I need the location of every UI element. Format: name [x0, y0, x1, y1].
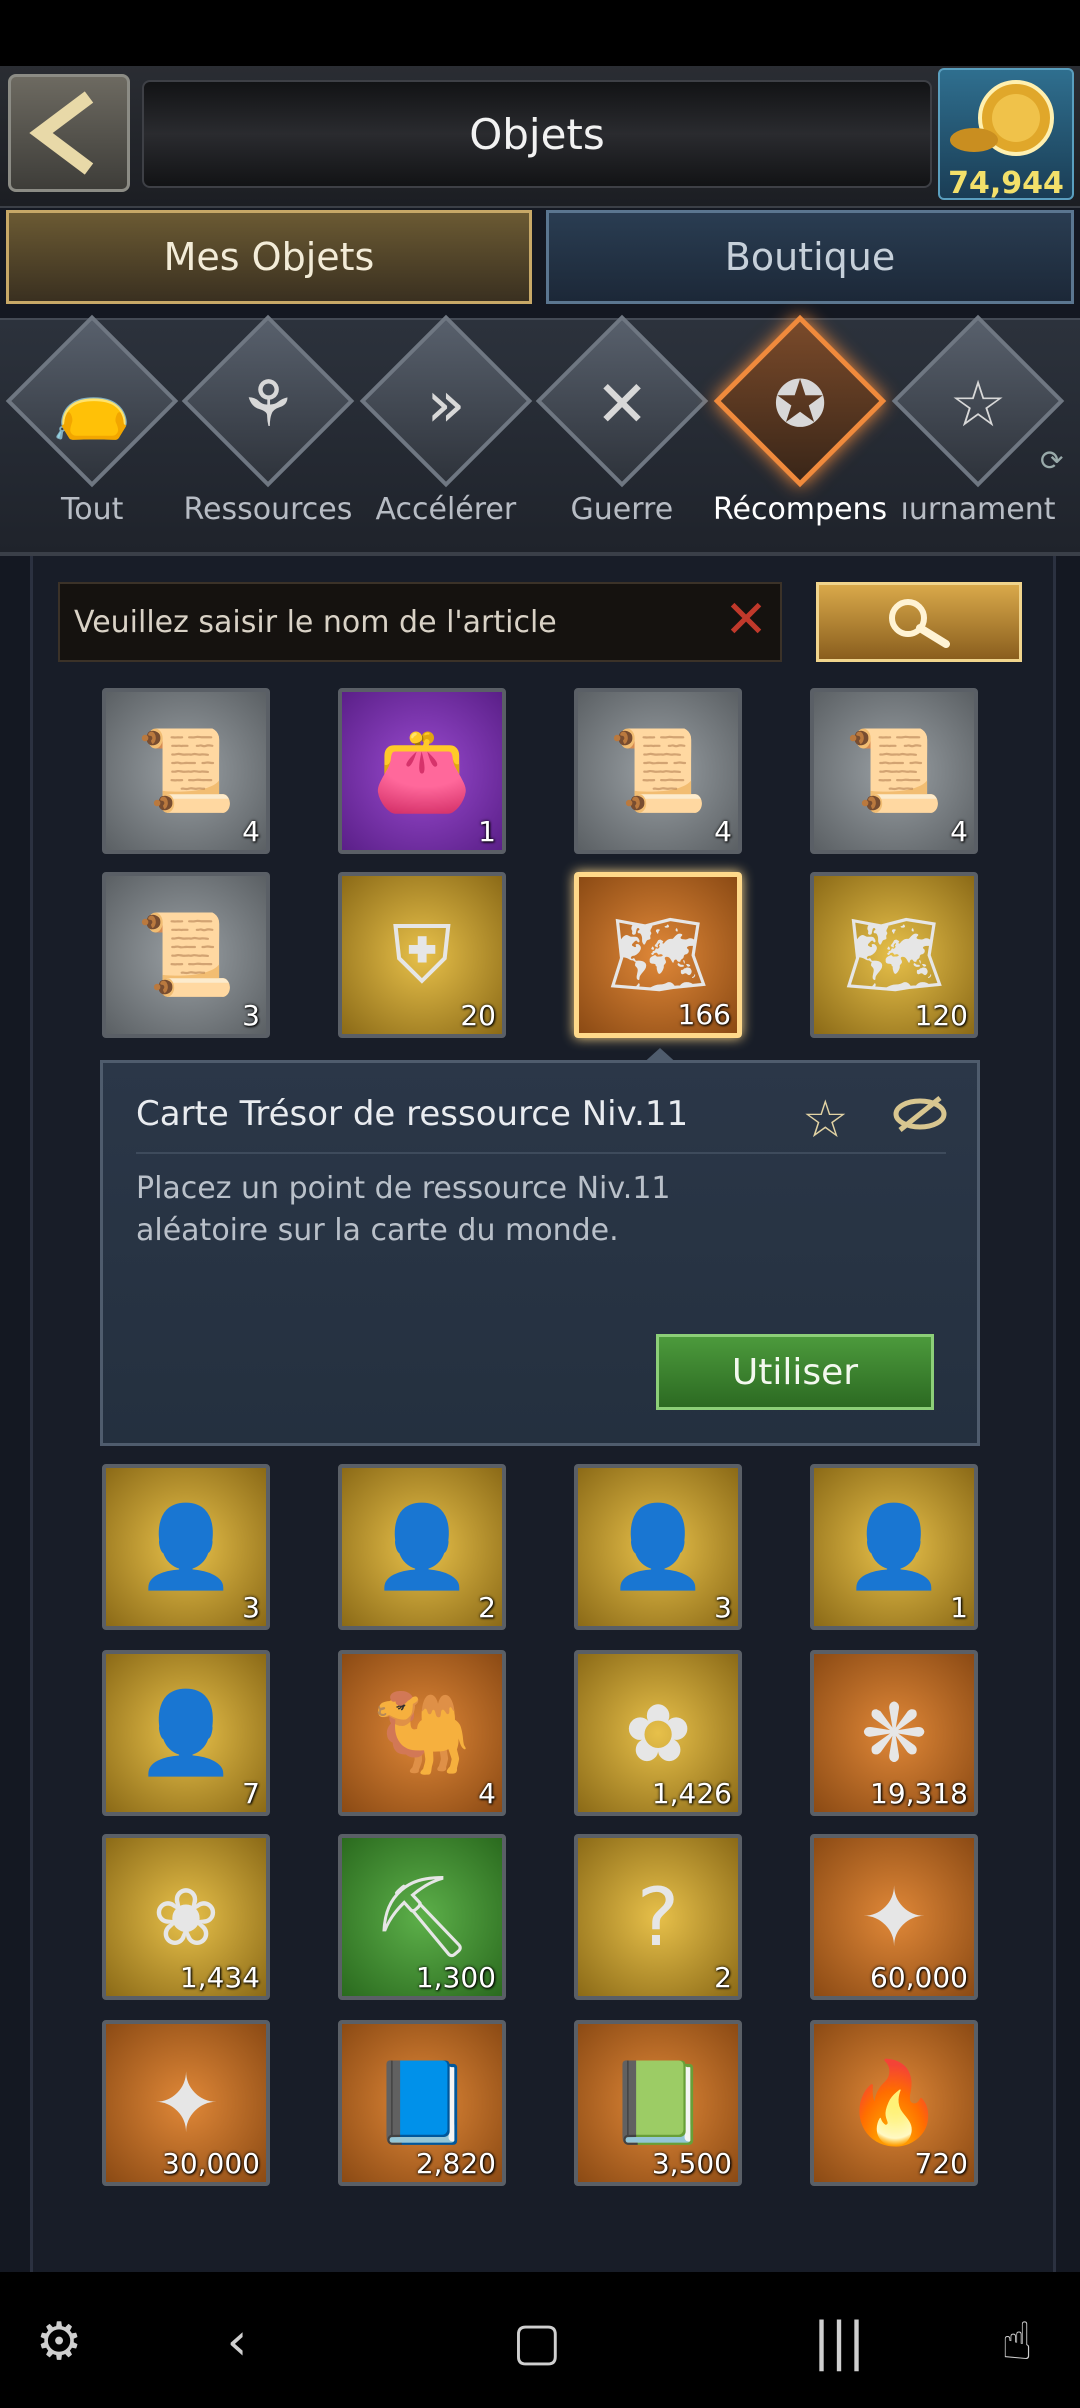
item-tile[interactable]: ❋ 19,318 [810, 1650, 978, 1816]
home-nav-icon[interactable]: ▢ [502, 2312, 572, 2372]
item-count: 4 [950, 815, 968, 848]
leaf-icon: ⚘ [239, 368, 297, 442]
item-tile[interactable]: 🗺 166 [574, 872, 742, 1038]
star-icon: ☆ [949, 368, 1007, 442]
item-count: 166 [677, 998, 731, 1031]
page-title: Objets [469, 109, 605, 159]
category-label[interactable]: Récompens [713, 492, 887, 527]
item-tile[interactable]: ? 2 [574, 1834, 742, 2000]
item-tile[interactable]: ✦ 60,000 [810, 1834, 978, 2000]
hide-eye-icon[interactable] [892, 1092, 948, 1147]
item-count: 720 [914, 2147, 968, 2180]
item-tile[interactable]: 👤 3 [102, 1464, 270, 1630]
item-count: 4 [478, 1777, 496, 1810]
fast-forward-icon: » [426, 368, 466, 442]
item-tile[interactable]: 📘 2,820 [338, 2020, 506, 2186]
search-button[interactable] [816, 582, 1022, 662]
category-label[interactable]: Accélérer [376, 492, 517, 527]
item-count: 2,820 [415, 2147, 496, 2180]
item-count: 1,426 [651, 1777, 732, 1810]
category-label[interactable]: Tout [61, 492, 123, 527]
recents-nav-icon[interactable]: ||| [804, 2312, 874, 2372]
currency-count: 74,944 [948, 166, 1064, 201]
item-count: 19,318 [870, 1777, 968, 1810]
item-tile[interactable]: 👤 3 [574, 1464, 742, 1630]
bag-icon: 👝 [52, 368, 132, 443]
clear-icon[interactable]: ✕ [718, 592, 774, 648]
back-button[interactable] [8, 74, 130, 192]
item-tile[interactable]: 🔥 720 [810, 2020, 978, 2186]
refresh-icon[interactable]: ⟳ [1040, 444, 1070, 477]
item-tile[interactable]: ❀ 1,434 [102, 1834, 270, 2000]
item-count: 20 [460, 999, 496, 1032]
item-count: 1 [950, 1591, 968, 1624]
item-tile[interactable]: ⛨ 20 [338, 872, 506, 1038]
item-tile[interactable]: 📜 4 [574, 688, 742, 854]
item-count: 3 [714, 1591, 732, 1624]
crossed-swords-icon: ✕ [595, 368, 649, 442]
item-tile[interactable]: 📜 4 [810, 688, 978, 854]
item-tile[interactable]: 📜 4 [102, 688, 270, 854]
item-count: 3,500 [651, 2147, 732, 2180]
category-label[interactable]: ıurnament [901, 492, 1056, 527]
item-count: 1 [478, 815, 496, 848]
favorite-star-icon[interactable]: ☆ [802, 1090, 849, 1150]
item-tile[interactable]: 👤 7 [102, 1650, 270, 1816]
back-arrow-icon [29, 91, 94, 175]
item-count: 1,434 [179, 1961, 260, 1994]
item-tile[interactable]: 👤 1 [810, 1464, 978, 1630]
assistant-icon[interactable]: ☝ [982, 2312, 1052, 2372]
use-button[interactable]: Utiliser [656, 1334, 934, 1410]
item-tile[interactable]: 👛 1 [338, 688, 506, 854]
item-count: 3 [242, 1591, 260, 1624]
star-compass-icon: ✪ [773, 368, 827, 442]
divider [136, 1152, 946, 1154]
tab-boutique[interactable]: Boutique [546, 210, 1074, 304]
item-count: 60,000 [870, 1961, 968, 1994]
header: Objets 74,944 [0, 66, 1080, 208]
tab-mes-objets[interactable]: Mes Objets [6, 210, 532, 304]
search-input[interactable] [72, 603, 716, 641]
item-count: 4 [242, 815, 260, 848]
back-nav-icon[interactable]: ‹ [202, 2312, 272, 2372]
item-count: 3 [242, 999, 260, 1032]
magnifier-icon [889, 599, 950, 648]
item-count: 2 [478, 1591, 496, 1624]
item-detail-title: Carte Trésor de ressource Niv.11 [136, 1094, 689, 1134]
item-count: 7 [242, 1777, 260, 1810]
title-bar: Objets [142, 80, 932, 188]
item-tile[interactable]: 📜 3 [102, 872, 270, 1038]
item-tile[interactable]: 🗺 120 [810, 872, 978, 1038]
item-tile[interactable]: 👤 2 [338, 1464, 506, 1630]
item-tile[interactable]: 🐫 4 [338, 1650, 506, 1816]
item-detail-description: Placez un point de ressource Niv.11 aléa… [136, 1171, 671, 1248]
search-field[interactable] [58, 582, 782, 662]
item-tile[interactable]: ✿ 1,426 [574, 1650, 742, 1816]
status-bar [0, 0, 1080, 66]
item-count: 120 [914, 999, 968, 1032]
item-tile[interactable]: ✦ 30,000 [102, 2020, 270, 2186]
item-count: 2 [714, 1961, 732, 1994]
item-tile[interactable]: 📗 3,500 [574, 2020, 742, 2186]
game-launcher-icon[interactable]: ⚙ [24, 2312, 94, 2372]
item-count: 30,000 [162, 2147, 260, 2180]
category-label[interactable]: Ressources [184, 492, 353, 527]
item-count: 4 [714, 815, 732, 848]
category-label[interactable]: Guerre [571, 492, 674, 527]
item-tile[interactable]: ⛏ 1,300 [338, 1834, 506, 2000]
item-count: 1,300 [415, 1961, 496, 1994]
